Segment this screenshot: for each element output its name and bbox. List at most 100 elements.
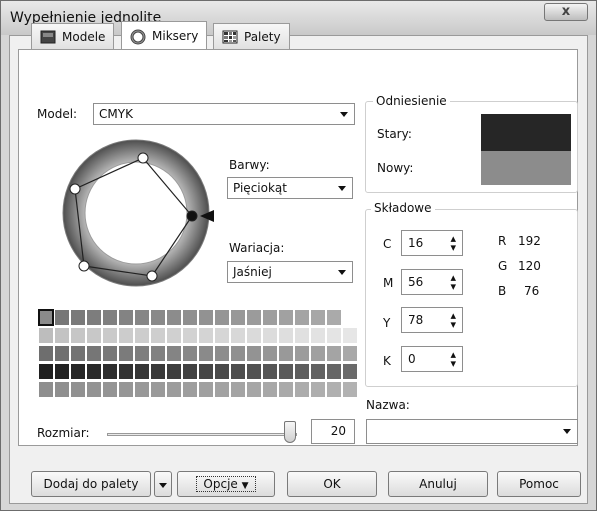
color-cell[interactable] [150,345,166,362]
color-cell[interactable] [246,363,262,380]
color-cell[interactable] [86,345,102,362]
color-cell[interactable] [54,381,70,398]
color-cell[interactable] [198,309,214,326]
color-cell[interactable] [182,381,198,398]
color-cell[interactable] [150,309,166,326]
color-cell[interactable] [246,309,262,326]
color-cell[interactable] [310,381,326,398]
selected-color-cell[interactable] [38,309,54,326]
y-spinbox[interactable]: 78 ▴ ▾ [401,307,463,333]
options-button[interactable]: Opcje ▼ [177,471,275,497]
color-cell[interactable] [246,345,262,362]
color-cell[interactable] [230,381,246,398]
add-to-palette-dropdown-button[interactable] [154,471,172,497]
color-cell[interactable] [310,345,326,362]
color-cell[interactable] [326,381,342,398]
color-cell[interactable] [38,381,54,398]
color-cell[interactable] [38,345,54,362]
color-cell[interactable] [246,327,262,344]
spin-arrows-icon[interactable]: ▴ ▾ [450,272,456,292]
spin-arrows-icon[interactable]: ▴ ▾ [450,310,456,330]
color-cell[interactable] [198,327,214,344]
color-cell[interactable] [102,381,118,398]
color-cell[interactable] [262,345,278,362]
color-cell[interactable] [102,309,118,326]
color-cell[interactable] [246,381,262,398]
color-cell[interactable] [294,381,310,398]
color-cell[interactable] [54,345,70,362]
color-cell[interactable] [182,345,198,362]
color-cell[interactable] [166,363,182,380]
color-cell[interactable] [342,363,358,380]
tab-palety[interactable]: Palety [213,23,290,49]
color-cell[interactable] [262,327,278,344]
color-cell[interactable] [198,381,214,398]
color-cell[interactable] [150,381,166,398]
color-cell[interactable] [150,327,166,344]
color-cell[interactable] [230,309,246,326]
color-cell[interactable] [310,309,326,326]
c-spinbox[interactable]: 16 ▴ ▾ [401,230,463,256]
spin-arrows-icon[interactable]: ▴ ▾ [450,233,456,253]
color-cell[interactable] [182,363,198,380]
color-cell[interactable] [294,309,310,326]
color-cell[interactable] [342,345,358,362]
size-input[interactable]: 20 [311,419,355,444]
color-cell[interactable] [214,345,230,362]
size-slider-thumb[interactable] [284,421,296,443]
color-cell[interactable] [310,363,326,380]
color-cell[interactable] [54,363,70,380]
color-cell[interactable] [214,363,230,380]
color-cell[interactable] [326,327,342,344]
color-cell[interactable] [38,327,54,344]
k-spinbox[interactable]: 0 ▴ ▾ [401,346,463,372]
color-cell[interactable] [134,309,150,326]
variation-select[interactable]: Jaśniej [227,261,353,283]
color-cell[interactable] [70,309,86,326]
color-cell[interactable] [294,327,310,344]
color-cell[interactable] [278,363,294,380]
color-cell[interactable] [150,363,166,380]
close-button[interactable]: x [544,3,588,21]
color-cell[interactable] [86,363,102,380]
ok-button[interactable]: OK [287,471,377,497]
color-cell[interactable] [198,363,214,380]
color-cell[interactable] [134,363,150,380]
spin-arrows-icon[interactable]: ▴ ▾ [450,349,456,369]
color-cell[interactable] [118,327,134,344]
color-cell[interactable] [86,309,102,326]
cancel-button[interactable]: Anuluj [388,471,488,497]
color-cell[interactable] [134,327,150,344]
help-button[interactable]: Pomoc [497,471,581,497]
color-cell[interactable] [214,309,230,326]
color-cell[interactable] [118,381,134,398]
color-cell[interactable] [134,381,150,398]
color-cell[interactable] [118,309,134,326]
color-cell[interactable] [294,345,310,362]
color-cell[interactable] [166,309,182,326]
color-cell[interactable] [326,309,342,326]
color-cell[interactable] [326,363,342,380]
color-cell[interactable] [262,309,278,326]
color-cell[interactable] [214,381,230,398]
color-cell[interactable] [230,327,246,344]
color-cell[interactable] [166,381,182,398]
tab-modele[interactable]: Modele [31,23,115,49]
color-cell[interactable] [38,363,54,380]
color-cell[interactable] [70,327,86,344]
add-to-palette-button[interactable]: Dodaj do palety [31,471,151,497]
color-cell[interactable] [230,345,246,362]
color-cell[interactable] [166,327,182,344]
size-slider-track[interactable] [107,433,297,436]
color-cell[interactable] [102,363,118,380]
color-cell[interactable] [70,381,86,398]
color-cell[interactable] [342,381,358,398]
color-cell[interactable] [278,327,294,344]
m-spinbox[interactable]: 56 ▴ ▾ [401,269,463,295]
color-cell[interactable] [294,363,310,380]
color-cell[interactable] [182,309,198,326]
color-cell[interactable] [134,345,150,362]
color-cell[interactable] [326,345,342,362]
color-cell[interactable] [102,345,118,362]
color-cell[interactable] [118,363,134,380]
